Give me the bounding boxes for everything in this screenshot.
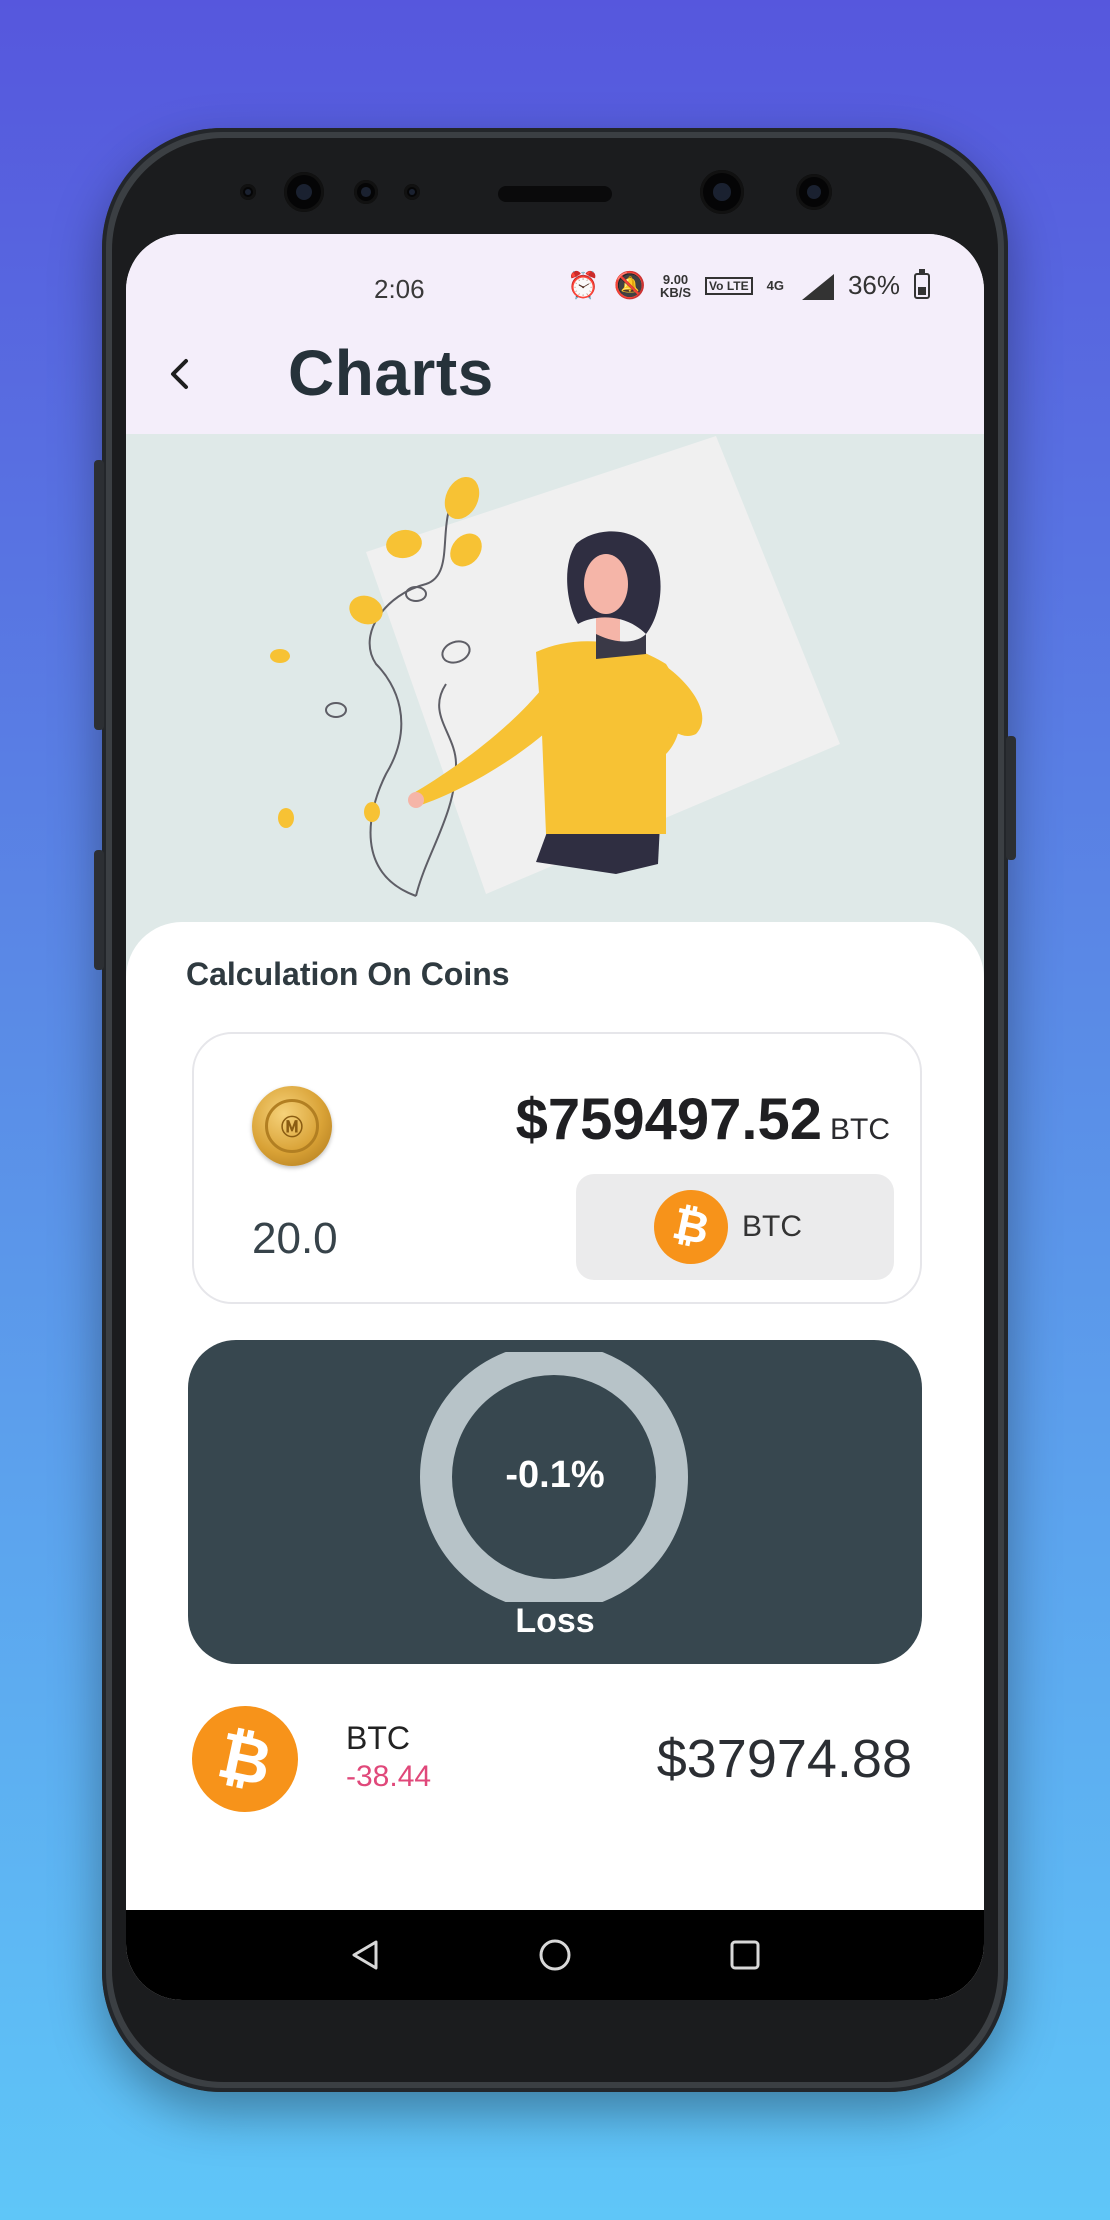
- hero-illustration: [126, 434, 984, 994]
- chevron-left-icon: [171, 359, 188, 389]
- section-title: Calculation On Coins: [186, 956, 510, 992]
- phone-side-button-left-top: [94, 460, 104, 730]
- status-bar: 2:06 ⏰ 🔕 9.00 KB/S Vo LTE 4G 36%: [126, 234, 984, 314]
- app-screen: 2:06 ⏰ 🔕 9.00 KB/S Vo LTE 4G 36% Charts: [126, 234, 984, 2000]
- result-card: -0.1% Loss: [188, 1340, 922, 1664]
- result-percent: -0.1%: [505, 1454, 605, 1496]
- phone-speaker: [498, 186, 612, 202]
- nav-recents-button[interactable]: [715, 1925, 775, 1985]
- amount-unit: BTC: [830, 1113, 890, 1146]
- bitcoin-icon: ₿: [647, 1183, 735, 1271]
- amount-value: $759497.52: [515, 1087, 822, 1152]
- app-bar: Charts: [126, 314, 984, 434]
- phone-sensor-icon: [404, 184, 420, 200]
- woman-with-plant-illustration: [270, 436, 840, 897]
- phone-front-camera-icon: [284, 172, 324, 212]
- signal-icon: [798, 272, 834, 300]
- back-button[interactable]: [152, 346, 208, 402]
- bitcoin-icon: ₿: [182, 1696, 308, 1822]
- triangle-back-icon: [352, 1940, 378, 1970]
- alarm-icon: ⏰: [567, 270, 600, 300]
- list-item[interactable]: ₿ BTC -38.44 $37974.88: [182, 1696, 922, 1822]
- result-label: Loss: [515, 1602, 595, 1640]
- network-type: 4G: [766, 278, 784, 293]
- coin-selector-label: BTC: [742, 1210, 802, 1243]
- phone-camera-icon: [796, 174, 832, 210]
- status-icons: ⏰ 🔕 9.00 KB/S Vo LTE 4G 36%: [567, 268, 930, 301]
- phone-side-button-left-bottom: [94, 850, 104, 970]
- notifications-muted-icon: 🔕: [613, 270, 646, 300]
- gold-coin-icon: Ⓜ: [252, 1086, 332, 1166]
- square-recents-icon: [730, 1940, 760, 1970]
- calculation-sheet: Calculation On Coins Ⓜ $759497.52 BTC 20…: [126, 922, 984, 1922]
- converted-amount: $759497.52 BTC: [516, 1086, 890, 1153]
- coin-price: $37974.88: [656, 1729, 912, 1789]
- phone-camera-icon: [700, 170, 744, 214]
- calculation-card: Ⓜ $759497.52 BTC 20.0 ₿ BTC: [192, 1032, 922, 1304]
- status-time: 2:06: [374, 274, 425, 304]
- network-speed-unit: KB/S: [659, 284, 692, 300]
- nav-back-button[interactable]: [335, 1925, 395, 1985]
- battery-percent: 36%: [847, 270, 900, 300]
- coin-symbol: BTC: [346, 1720, 410, 1756]
- system-nav-bar: [126, 1910, 984, 2000]
- battery-icon: [914, 268, 930, 299]
- network-speed: 9.00 KB/S: [660, 273, 691, 299]
- coin-change: -38.44: [346, 1760, 432, 1793]
- phone-sensor-icon: [354, 180, 378, 204]
- quantity-input[interactable]: 20.0: [252, 1214, 338, 1264]
- phone-side-button-right: [1006, 736, 1016, 860]
- coin-selector[interactable]: ₿ BTC: [576, 1174, 894, 1280]
- nav-home-button[interactable]: [525, 1925, 585, 1985]
- page-title: Charts: [288, 337, 494, 409]
- volte-icon: Vo LTE: [705, 276, 753, 295]
- circle-home-icon: [539, 1939, 571, 1971]
- phone-sensor-icon: [240, 184, 256, 200]
